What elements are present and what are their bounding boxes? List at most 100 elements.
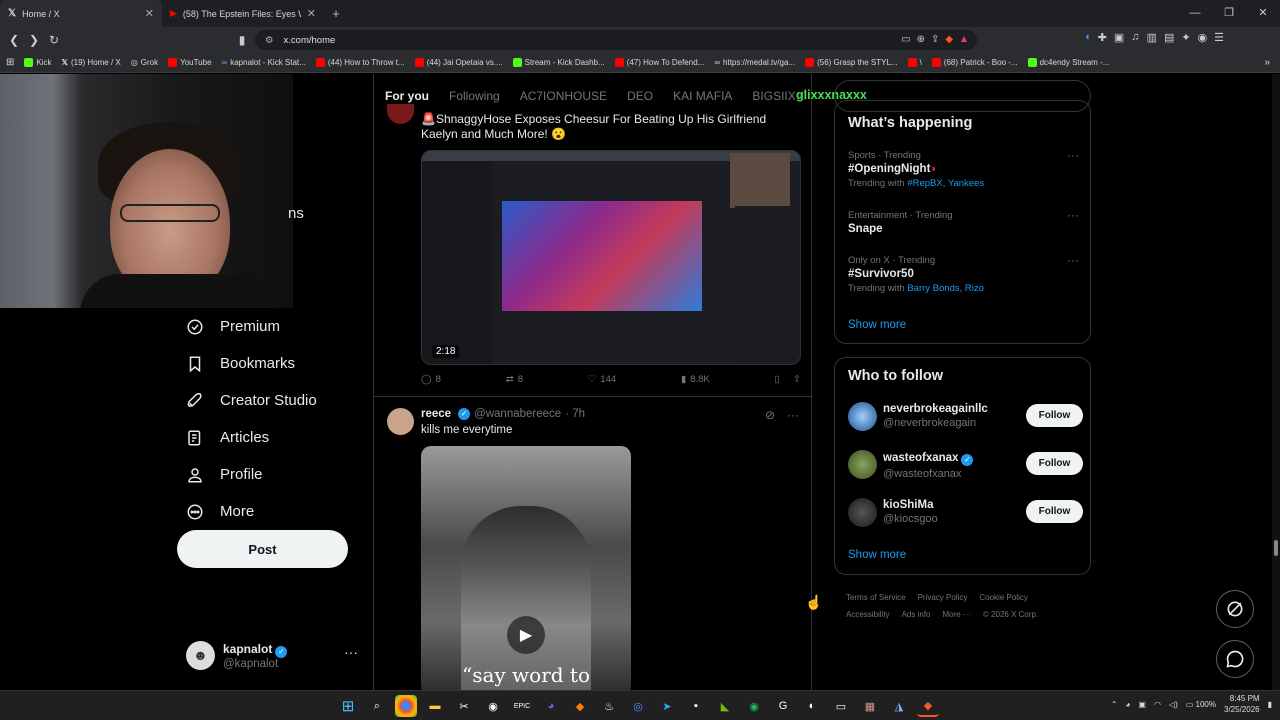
bookmark-item[interactable]: Stream - Kick Dashb...: [512, 58, 605, 67]
reload-button[interactable]: ↻: [44, 33, 64, 47]
bookmark-icon[interactable]: ▯: [775, 374, 780, 385]
app-icon[interactable]: ◐: [801, 695, 823, 717]
post-button[interactable]: Post: [177, 530, 348, 568]
bookmark-item[interactable]: ◎ Grok: [131, 58, 158, 67]
zoom-icon[interactable]: ⊕: [917, 34, 925, 45]
battery-icon[interactable]: ▭ 100%: [1186, 700, 1216, 709]
trend-item[interactable]: Entertainment · Trending Snape ···: [848, 208, 1083, 235]
nvidia-icon[interactable]: ◣: [714, 695, 736, 717]
search-icon[interactable]: ⌕: [366, 695, 388, 717]
capcut-icon[interactable]: ✂: [453, 695, 475, 717]
spotify-icon[interactable]: ◉: [743, 695, 765, 717]
screenshot-icon[interactable]: ▣: [1114, 31, 1124, 44]
extensions-icon[interactable]: ✚: [1098, 31, 1107, 44]
forward-button[interactable]: ❯: [24, 33, 44, 47]
tab-youtube[interactable]: ▶ (58) The Epstein Files: Eyes Wide Shu …: [162, 0, 324, 27]
bookmark-item[interactable]: YouTube: [168, 58, 212, 67]
brave-icon[interactable]: ◆: [917, 695, 939, 717]
apps-grid-icon[interactable]: ⊞: [6, 57, 14, 68]
share-icon[interactable]: ⇪: [931, 34, 939, 45]
close-window-button[interactable]: ✕: [1246, 0, 1280, 27]
tweet-video[interactable]: ▶ “say word to: [421, 446, 631, 690]
like-button[interactable]: ♡ 144: [588, 374, 616, 385]
nav-item-bookmarks[interactable]: Bookmarks: [186, 345, 317, 382]
sidebar-icon[interactable]: ▥: [1147, 31, 1157, 44]
cast-icon[interactable]: ▭: [901, 34, 910, 45]
more-options-icon[interactable]: ···: [344, 644, 358, 660]
nav-item-articles[interactable]: Articles: [186, 419, 317, 456]
bookmark-item[interactable]: (68) Patrick - Boo -...: [931, 58, 1018, 67]
menu-icon[interactable]: ☰: [1214, 31, 1224, 44]
restore-button[interactable]: ❐: [1212, 0, 1246, 27]
grok-button[interactable]: [1216, 590, 1254, 628]
app-icon[interactable]: ▪: [685, 695, 707, 717]
app-icon[interactable]: ◮: [888, 695, 910, 717]
brave-rewards-icon[interactable]: ▲: [959, 34, 969, 45]
tray-icon[interactable]: ▣: [1138, 700, 1146, 709]
audio-icon[interactable]: ◖: [1084, 31, 1091, 44]
tab-list[interactable]: KAI MAFIA: [673, 89, 732, 103]
more-options-icon[interactable]: ···: [1067, 253, 1079, 267]
close-icon[interactable]: ✕: [307, 7, 316, 20]
bookmark-item[interactable]: (47) How To Defend...: [614, 58, 704, 67]
app-icon[interactable]: ◎: [627, 695, 649, 717]
repost-button[interactable]: ⇄ 8: [506, 374, 523, 385]
app-icon[interactable]: G: [772, 695, 794, 717]
bookmark-item[interactable]: (44) Jai Opetaia vs....: [414, 58, 503, 67]
wifi-icon[interactable]: ◠: [1154, 700, 1161, 709]
follow-suggestion[interactable]: kioShiMa @kiocsgoo Follow: [848, 494, 1083, 530]
bookmark-item[interactable]: Kick: [24, 58, 52, 67]
back-button[interactable]: ❮: [4, 33, 24, 47]
bookmark-item[interactable]: 𝕏 (19) Home / X: [62, 58, 121, 67]
close-icon[interactable]: ✕: [145, 7, 154, 20]
music-icon[interactable]: ♫: [1131, 31, 1139, 44]
messages-button[interactable]: [1216, 640, 1254, 678]
app-icon[interactable]: ▦: [859, 695, 881, 717]
bookmark-item[interactable]: dc4endy Stream -...: [1027, 58, 1109, 67]
scrollbar-thumb[interactable]: [1274, 540, 1278, 556]
views-button[interactable]: ▮ 8.8K: [681, 374, 710, 385]
site-info-icon[interactable]: ⚙: [265, 35, 274, 46]
tab-list[interactable]: AC7IONHOUSE: [520, 89, 607, 103]
bookmark-item[interactable]: ∞ https://medal.tv/ga...: [714, 58, 795, 67]
file-explorer-icon[interactable]: ▬: [424, 695, 446, 717]
chrome-icon[interactable]: [395, 695, 417, 717]
vpn-icon[interactable]: ◉: [1198, 31, 1208, 44]
url-field[interactable]: ⚙ x.com/home ▭ ⊕ ⇪ ◆ ▲: [255, 30, 977, 50]
nav-item-more[interactable]: More: [186, 493, 317, 530]
bookmark-item[interactable]: ∞ kapnalot - Kick Stat...: [222, 58, 306, 67]
show-more-link[interactable]: Show more: [848, 319, 906, 331]
tray-overflow-icon[interactable]: ⌃: [1111, 700, 1118, 709]
obs-icon[interactable]: ◉: [482, 695, 504, 717]
tab-for-you[interactable]: For you: [385, 89, 429, 103]
steam-icon[interactable]: ♨: [598, 695, 620, 717]
epic-games-icon[interactable]: EPIC: [511, 695, 533, 717]
tweet-video[interactable]: 2:18: [421, 150, 801, 365]
bookmarks-overflow-icon[interactable]: »: [1264, 57, 1270, 68]
leo-ai-icon[interactable]: ✦: [1181, 31, 1190, 44]
discord-tray-icon[interactable]: ◕: [1126, 700, 1131, 709]
nav-item-premium[interactable]: Premium: [186, 308, 317, 345]
tweet-author-name[interactable]: reece: [421, 408, 451, 420]
follow-suggestion[interactable]: neverbrokeagainllc @neverbrokeagain Foll…: [848, 398, 1083, 434]
share-icon[interactable]: ⇧: [793, 374, 801, 385]
follow-button[interactable]: Follow: [1026, 452, 1083, 475]
new-tab-button[interactable]: +: [324, 6, 348, 21]
nav-item-profile[interactable]: Profile: [186, 456, 317, 493]
grok-icon[interactable]: ⊘: [765, 408, 775, 422]
windows-start-icon[interactable]: ⊞: [337, 695, 359, 717]
tweet-author-handle[interactable]: @wannabereece: [474, 408, 561, 420]
trend-item[interactable]: Only on X · Trending #Survivor50 Trendin…: [848, 253, 1083, 294]
more-options-icon[interactable]: ···: [1067, 148, 1079, 162]
more-options-icon[interactable]: ···: [1067, 208, 1079, 222]
follow-button[interactable]: Follow: [1026, 404, 1083, 427]
bookmark-item[interactable]: (56) Grasp the STYL...: [805, 58, 898, 67]
notifications-icon[interactable]: ▮: [1268, 700, 1272, 709]
app-icon[interactable]: ◆: [569, 695, 591, 717]
app-icon[interactable]: ▭: [830, 695, 852, 717]
minimize-button[interactable]: —: [1178, 0, 1212, 27]
trend-item[interactable]: Sports · Trending #OpeningNight◗ Trendin…: [848, 148, 1083, 189]
play-icon[interactable]: ▶: [507, 616, 545, 654]
follow-button[interactable]: Follow: [1026, 500, 1083, 523]
bookmark-page-icon[interactable]: ▮: [232, 33, 252, 47]
